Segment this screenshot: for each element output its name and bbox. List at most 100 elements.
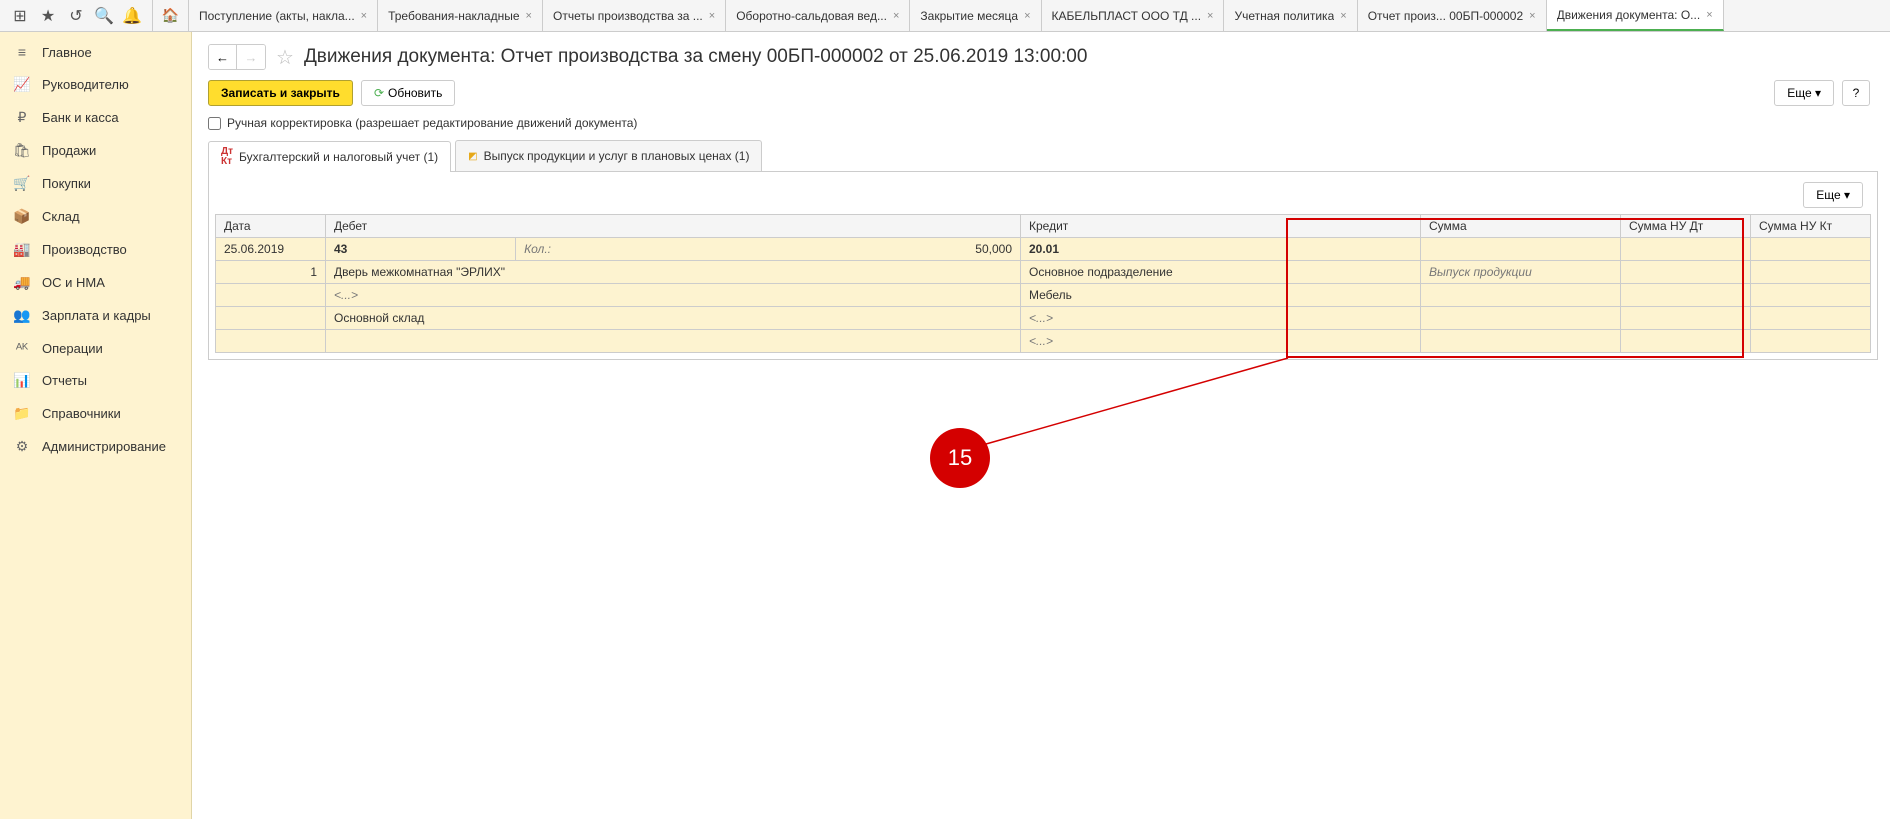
refresh-button[interactable]: ⟳Обновить [361, 80, 455, 106]
tab-7[interactable]: Отчет произ... 00БП-000002× [1358, 0, 1547, 31]
sidebar-item-bank[interactable]: ₽Банк и касса [0, 101, 191, 134]
tabs-bar: 🏠 Поступление (акты, накла... × Требовани… [153, 0, 1724, 31]
sidebar-item-label: Покупки [42, 176, 91, 191]
tab-label: КАБЕЛЬПЛАСТ ООО ТД ... [1052, 9, 1202, 23]
sidebar-item-purchases[interactable]: 🛒Покупки [0, 167, 191, 200]
tab-label: Учетная политика [1234, 9, 1334, 23]
tab-label: Движения документа: О... [1557, 8, 1701, 22]
subtab-output[interactable]: ◩ Выпуск продукции и услуг в плановых це… [455, 140, 762, 171]
cell-credit-dep: Основное подразделение [1021, 261, 1421, 284]
tab-label: Отчеты производства за ... [553, 9, 703, 23]
sidebar-item-manager[interactable]: 📈Руководителю [0, 68, 191, 101]
col-nu-kt[interactable]: Сумма НУ Кт [1751, 215, 1871, 238]
subtab-label: Выпуск продукции и услуг в плановых цена… [484, 149, 750, 163]
sidebar-item-operations[interactable]: ᴬᴷОперации [0, 332, 191, 364]
nav-buttons: ← → [208, 44, 266, 70]
cell-date: 25.06.2019 [216, 238, 326, 261]
cell-sum [1421, 238, 1621, 261]
cell-empty [326, 330, 1021, 353]
close-icon[interactable]: × [526, 10, 532, 22]
close-icon[interactable]: × [1340, 10, 1346, 22]
help-button[interactable]: ? [1842, 80, 1870, 106]
cell-nudt [1621, 330, 1751, 353]
sidebar-item-main[interactable]: ≡Главное [0, 36, 191, 68]
sidebar-item-label: Банк и касса [42, 110, 119, 125]
table-row[interactable]: <...> Мебель [216, 284, 1871, 307]
bell-icon[interactable]: 🔔 [120, 4, 144, 28]
box-icon: 📦 [12, 208, 32, 225]
tab-6[interactable]: Учетная политика × [1224, 0, 1357, 31]
tab-2[interactable]: Отчеты производства за ... × [543, 0, 726, 31]
save-and-close-button[interactable]: Записать и закрыть [208, 80, 353, 106]
tab-5[interactable]: КАБЕЛЬПЛАСТ ООО ТД ... × [1042, 0, 1225, 31]
sidebar-item-production[interactable]: 🏭Производство [0, 233, 191, 266]
toolbar-icons-left: ⊞ ★ ↺ 🔍 🔔 [0, 0, 153, 31]
col-credit[interactable]: Кредит [1021, 215, 1421, 238]
chart-icon: 📈 [12, 76, 32, 93]
history-icon[interactable]: ↺ [64, 4, 88, 28]
sidebar: ≡Главное 📈Руководителю ₽Банк и касса 🛍Пр… [0, 32, 192, 819]
manual-edit-row: Ручная корректировка (разрешает редактир… [208, 116, 1878, 130]
cell-debit-item: Дверь межкомнатная "ЭРЛИХ" [326, 261, 1021, 284]
page-title: Движения документа: Отчет производства з… [304, 46, 1088, 68]
output-icon: ◩ [468, 151, 477, 162]
close-icon[interactable]: × [1706, 9, 1712, 21]
tab-label: Поступление (акты, накла... [199, 9, 355, 23]
close-icon[interactable]: × [893, 10, 899, 22]
sidebar-item-admin[interactable]: ⚙Администрирование [0, 430, 191, 463]
tab-4[interactable]: Закрытие месяца × [910, 0, 1041, 31]
bag-icon: 🛍 [12, 142, 32, 159]
sidebar-item-salary[interactable]: 👥Зарплата и кадры [0, 299, 191, 332]
close-icon[interactable]: × [709, 10, 715, 22]
cell-debit-empty: <...> [326, 284, 1021, 307]
kol-value: 50,000 [975, 242, 1012, 256]
cell-debit-acc: 43 [326, 238, 516, 261]
close-icon[interactable]: × [1207, 10, 1213, 22]
tab-label: Требования-накладные [388, 9, 519, 23]
cell-nudt [1621, 284, 1751, 307]
close-icon[interactable]: × [361, 10, 367, 22]
star-icon[interactable]: ★ [36, 4, 60, 28]
back-button[interactable]: ← [209, 45, 237, 69]
col-date[interactable]: Дата [216, 215, 326, 238]
apps-icon[interactable]: ⊞ [8, 4, 32, 28]
close-icon[interactable]: × [1529, 10, 1535, 22]
table-row[interactable]: <...> [216, 330, 1871, 353]
callout-number: 15 [948, 445, 972, 471]
tab-label: Закрытие месяца [920, 9, 1018, 23]
table-more-button[interactable]: Еще ▾ [1803, 182, 1863, 208]
manual-edit-label: Ручная корректировка (разрешает редактир… [227, 116, 637, 130]
search-icon[interactable]: 🔍 [92, 4, 116, 28]
cell-nudt [1621, 238, 1751, 261]
sidebar-item-reports[interactable]: 📊Отчеты [0, 364, 191, 397]
sidebar-item-catalogs[interactable]: 📁Справочники [0, 397, 191, 430]
col-debit[interactable]: Дебет [326, 215, 1021, 238]
manual-edit-checkbox[interactable] [208, 117, 221, 130]
reload-icon: ⟳ [374, 86, 384, 100]
cell-empty [216, 284, 326, 307]
home-tab[interactable]: 🏠 [153, 0, 189, 31]
table-row[interactable]: 25.06.2019 43 Кол.:50,000 20.01 [216, 238, 1871, 261]
sidebar-item-warehouse[interactable]: 📦Склад [0, 200, 191, 233]
tab-1[interactable]: Требования-накладные × [378, 0, 543, 31]
more-button[interactable]: Еще ▾ [1774, 80, 1834, 106]
chevron-down-icon: ▾ [1844, 188, 1850, 202]
favorite-star-icon[interactable]: ☆ [276, 45, 294, 70]
subtab-accounting[interactable]: ДтКт Бухгалтерский и налоговый учет (1) [208, 141, 451, 172]
content-area: ← → ☆ Движения документа: Отчет производ… [192, 32, 1890, 819]
cell-nudt [1621, 307, 1751, 330]
tab-8[interactable]: Движения документа: О... × [1547, 0, 1724, 31]
sidebar-item-label: Операции [42, 341, 103, 356]
annotation-line [962, 358, 1302, 458]
dtkt-icon: ДтКт [221, 147, 233, 167]
col-nu-dt[interactable]: Сумма НУ Дт [1621, 215, 1751, 238]
tab-3[interactable]: Оборотно-сальдовая вед...× [726, 0, 910, 31]
tab-0[interactable]: Поступление (акты, накла... × [189, 0, 378, 31]
close-icon[interactable]: × [1024, 10, 1030, 22]
table-row[interactable]: Основной склад <...> [216, 307, 1871, 330]
sidebar-item-assets[interactable]: 🚚ОС и НМА [0, 266, 191, 299]
sidebar-item-sales[interactable]: 🛍Продажи [0, 134, 191, 167]
table-row[interactable]: 1 Дверь межкомнатная "ЭРЛИХ" Основное по… [216, 261, 1871, 284]
col-sum[interactable]: Сумма [1421, 215, 1621, 238]
forward-button[interactable]: → [237, 45, 265, 69]
